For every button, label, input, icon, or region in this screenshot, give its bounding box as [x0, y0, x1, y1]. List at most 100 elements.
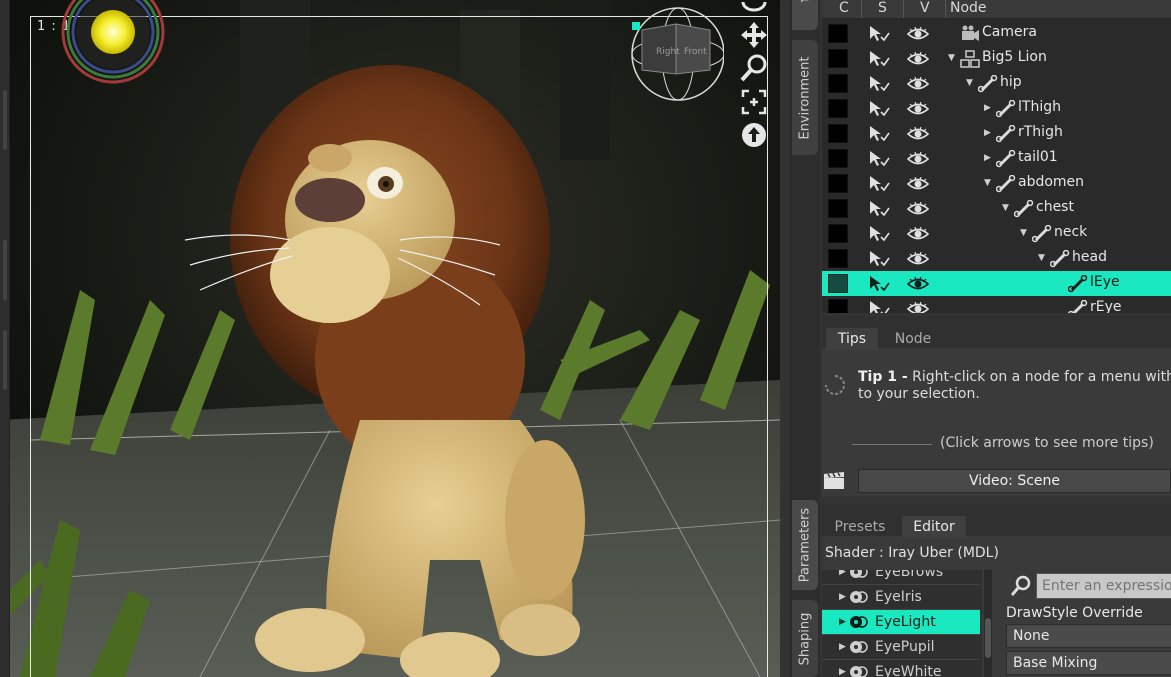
tree-node-row[interactable]: ▼ hip — [822, 71, 1171, 96]
orbit-icon[interactable] — [737, 0, 771, 18]
selectable-icon[interactable] — [868, 50, 890, 68]
drawstyle-dropdown[interactable]: None — [1006, 624, 1171, 648]
tab-presets[interactable]: Presets — [826, 516, 894, 538]
tab-node[interactable]: Node — [882, 328, 944, 350]
selectable-icon[interactable] — [868, 100, 890, 118]
content-toggle[interactable] — [828, 124, 848, 143]
expand-arrow-icon[interactable]: ▶ — [984, 153, 991, 163]
visibility-eye-icon[interactable] — [907, 52, 929, 66]
frame-icon[interactable] — [737, 87, 771, 117]
visibility-eye-icon[interactable] — [907, 77, 929, 91]
expand-arrow-icon[interactable]: ▼ — [966, 78, 973, 88]
col-v-header[interactable]: V — [904, 0, 946, 18]
content-toggle[interactable] — [828, 99, 848, 118]
tree-node-row[interactable]: Camera — [822, 21, 1171, 46]
expand-arrow-icon[interactable]: ▼ — [1002, 203, 1009, 213]
pan-icon[interactable] — [737, 20, 771, 50]
selectable-icon[interactable] — [868, 75, 890, 93]
selectable-icon[interactable] — [868, 300, 890, 313]
expand-arrow-icon[interactable]: ▶ — [984, 128, 991, 138]
reset-view-icon[interactable] — [737, 120, 771, 150]
tab-scene[interactable]: Scene — [792, 0, 818, 30]
visibility-eye-icon[interactable] — [907, 127, 929, 141]
content-toggle[interactable] — [828, 274, 848, 293]
tree-node-row[interactable]: ▶ tail01 — [822, 146, 1171, 171]
expand-arrow-icon[interactable]: ▶ — [839, 570, 846, 577]
col-node-header[interactable]: Node — [946, 0, 1171, 18]
content-toggle[interactable] — [828, 249, 848, 268]
expand-arrow-icon[interactable]: ▶ — [839, 592, 846, 602]
expand-arrow-icon[interactable]: ▶ — [839, 667, 846, 677]
visibility-eye-icon[interactable] — [907, 252, 929, 266]
tree-node-row[interactable]: lEye — [822, 271, 1171, 296]
selectable-icon[interactable] — [868, 200, 890, 218]
selectable-icon[interactable] — [868, 225, 890, 243]
content-toggle[interactable] — [828, 49, 848, 68]
surface-list-scrollbar[interactable] — [984, 570, 992, 677]
tree-node-row[interactable]: rEye — [822, 296, 1171, 313]
tab-shaping[interactable]: Shaping — [792, 600, 818, 677]
selectable-icon[interactable] — [868, 175, 890, 193]
content-toggle[interactable] — [828, 74, 848, 93]
visibility-eye-icon[interactable] — [907, 277, 929, 291]
content-toggle[interactable] — [828, 199, 848, 218]
selectable-icon[interactable] — [868, 250, 890, 268]
cube-face-front[interactable]: Front — [684, 47, 707, 57]
expand-arrow-icon[interactable]: ▶ — [839, 617, 846, 627]
expression-search-input[interactable] — [1036, 573, 1171, 599]
surface-list-item[interactable]: ▶ EyeLight — [822, 610, 980, 635]
selectable-icon[interactable] — [868, 25, 890, 43]
tab-environment[interactable]: Environment — [792, 40, 818, 155]
surface-list-item[interactable]: ▶ EyePupil — [822, 635, 980, 660]
surface-label: EyeIris — [875, 589, 922, 605]
selectable-icon[interactable] — [868, 150, 890, 168]
col-c-header[interactable]: C — [822, 0, 862, 18]
tree-node-row[interactable]: ▼ abdomen — [822, 171, 1171, 196]
col-s-header[interactable]: S — [862, 0, 904, 18]
expand-arrow-icon[interactable]: ▶ — [984, 103, 991, 113]
surface-list-item[interactable]: ▶ EyeWhite — [822, 660, 980, 677]
tab-editor[interactable]: Editor — [902, 516, 966, 538]
surface-list-item[interactable]: ▶ EyeIris — [822, 585, 980, 610]
visibility-eye-icon[interactable] — [907, 227, 929, 241]
search-icon[interactable] — [1009, 574, 1033, 598]
content-toggle[interactable] — [828, 174, 848, 193]
view-cube-widget[interactable]: Right Front — [628, 2, 724, 104]
expand-arrow-icon[interactable]: ▼ — [948, 53, 955, 63]
tree-node-row[interactable]: ▶ rThigh — [822, 121, 1171, 146]
expand-arrow-icon[interactable]: ▼ — [984, 178, 991, 188]
tab-tips[interactable]: Tips — [826, 328, 878, 350]
tree-node-row[interactable]: ▼ neck — [822, 221, 1171, 246]
content-toggle[interactable] — [828, 149, 848, 168]
visibility-eye-icon[interactable] — [907, 152, 929, 166]
scrollbar-thumb[interactable] — [985, 618, 991, 658]
expand-arrow-icon[interactable]: ▶ — [839, 642, 846, 652]
tab-parameters[interactable]: Parameters — [792, 500, 818, 590]
visibility-eye-icon[interactable] — [907, 177, 929, 191]
content-toggle[interactable] — [828, 224, 848, 243]
base-mixing-label[interactable]: Base Mixing — [1006, 651, 1171, 675]
3d-viewport[interactable]: 1 : 1 Right Front — [0, 0, 780, 677]
tree-node-row[interactable]: ▶ lThigh — [822, 96, 1171, 121]
visibility-eye-icon[interactable] — [907, 202, 929, 216]
zoom-icon[interactable] — [737, 53, 771, 83]
tip-navigation[interactable]: (Click arrows to see more tips) — [852, 434, 1171, 454]
bone-icon — [996, 175, 1016, 193]
visibility-eye-icon[interactable] — [907, 302, 929, 313]
content-toggle[interactable] — [828, 299, 848, 313]
cube-face-right[interactable]: Right — [656, 47, 680, 57]
content-toggle[interactable] — [828, 24, 848, 43]
visibility-eye-icon[interactable] — [907, 102, 929, 116]
light-sphere-widget[interactable] — [60, 0, 168, 88]
expand-arrow-icon[interactable]: ▼ — [1038, 253, 1045, 263]
video-scene-button[interactable]: Video: Scene — [858, 469, 1171, 493]
tip-nav-divider — [852, 444, 932, 445]
visibility-eye-icon[interactable] — [907, 27, 929, 41]
selectable-icon[interactable] — [868, 275, 890, 293]
tree-node-row[interactable]: ▼ chest — [822, 196, 1171, 221]
tree-node-row[interactable]: ▼ Big5 Lion — [822, 46, 1171, 71]
selectable-icon[interactable] — [868, 125, 890, 143]
expand-arrow-icon[interactable]: ▼ — [1020, 228, 1027, 238]
tree-node-row[interactable]: ▼ head — [822, 246, 1171, 271]
surface-list-item[interactable]: ▶ EyeBrows — [822, 570, 980, 585]
